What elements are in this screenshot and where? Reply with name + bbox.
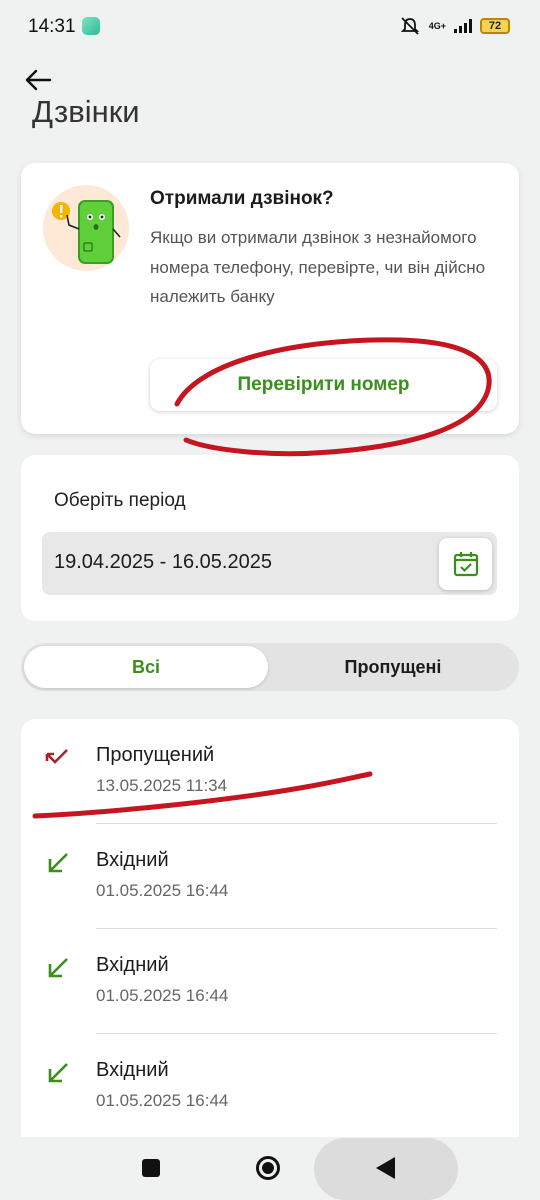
back-arrow-icon[interactable] bbox=[24, 68, 52, 92]
call-type: Вхідний bbox=[96, 849, 169, 871]
calendar-icon bbox=[453, 552, 478, 577]
promo-description: Якщо ви отримали дзвінок з незнайомого н… bbox=[150, 228, 486, 306]
incoming-call-icon bbox=[48, 958, 68, 978]
network-type: 4G+ bbox=[428, 20, 446, 31]
back-triangle-icon bbox=[376, 1157, 395, 1179]
tab-all[interactable]: Всі bbox=[24, 646, 268, 688]
status-icons: 4G+ 72 bbox=[399, 16, 510, 36]
call-datetime: 13.05.2025 11:34 bbox=[96, 776, 228, 795]
call-item[interactable]: Вхідний 01.05.2025 16:44 bbox=[21, 929, 519, 1034]
app-notification-icon bbox=[82, 17, 100, 35]
page-title: Дзвінки bbox=[32, 94, 140, 129]
status-bar: 14:31 4G+ 72 bbox=[0, 0, 540, 54]
call-datetime: 01.05.2025 16:44 bbox=[96, 1091, 229, 1110]
incoming-call-icon bbox=[48, 1063, 68, 1083]
call-type: Пропущений bbox=[96, 744, 215, 766]
calendar-button[interactable] bbox=[439, 538, 492, 590]
call-type: Вхідний bbox=[96, 1059, 169, 1081]
incoming-call-icon bbox=[48, 853, 68, 873]
battery-level: 72 bbox=[488, 20, 502, 32]
battery-icon: 72 bbox=[480, 18, 510, 34]
mute-vibrate-icon bbox=[400, 17, 419, 35]
period-value: 19.04.2025 - 16.05.2025 bbox=[54, 551, 272, 573]
card-phone-illustration bbox=[43, 185, 129, 271]
call-item[interactable]: Вхідний 01.05.2025 16:44 bbox=[21, 824, 519, 929]
home-icon[interactable] bbox=[256, 1156, 280, 1180]
signal-icon bbox=[454, 19, 472, 33]
call-datetime: 01.05.2025 16:44 bbox=[96, 986, 229, 1005]
promo-title: Отримали дзвінок? bbox=[150, 188, 334, 209]
tab-missed[interactable]: Пропущені bbox=[270, 646, 516, 688]
call-item[interactable]: Пропущений 13.05.2025 11:34 bbox=[21, 719, 519, 824]
period-label: Оберіть період bbox=[54, 490, 186, 511]
status-time: 14:31 bbox=[28, 16, 76, 37]
recent-apps-icon[interactable] bbox=[142, 1159, 160, 1177]
check-number-button[interactable]: Перевірити номер bbox=[150, 359, 497, 411]
call-datetime: 01.05.2025 16:44 bbox=[96, 881, 229, 900]
call-item[interactable]: Вхідний 01.05.2025 16:44 bbox=[21, 1034, 519, 1139]
calls-screen: 14:31 4G+ 72 Дзвінки Отримали дзвінок? Я… bbox=[0, 0, 540, 1200]
call-type: Вхідний bbox=[96, 954, 169, 976]
missed-call-icon bbox=[45, 749, 68, 764]
